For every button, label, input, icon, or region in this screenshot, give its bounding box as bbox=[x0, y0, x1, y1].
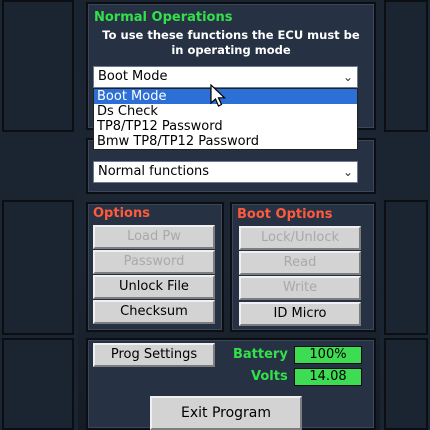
boot-mode-select-value: Boot Mode bbox=[98, 69, 168, 84]
unlock-file-button[interactable]: Unlock File bbox=[93, 275, 215, 299]
write-button[interactable]: Write bbox=[239, 276, 361, 300]
read-button[interactable]: Read bbox=[239, 251, 361, 275]
chevron-down-icon[interactable]: ⌄ bbox=[343, 162, 353, 182]
load-pw-button[interactable]: Load Pw bbox=[93, 225, 215, 249]
special-functions-select-value: Normal functions bbox=[98, 164, 210, 179]
id-micro-button[interactable]: ID Micro bbox=[239, 302, 361, 326]
volts-label: Volts bbox=[251, 369, 288, 384]
dropdown-option-bmw-tp8-tp12-password[interactable]: Bmw TP8/TP12 Password bbox=[94, 134, 357, 149]
lock-unlock-button[interactable]: Lock/Unlock bbox=[239, 226, 361, 250]
right-rail bbox=[380, 0, 430, 430]
battery-label: Battery bbox=[233, 347, 288, 362]
dropdown-option-tp8-tp12-password[interactable]: TP8/TP12 Password bbox=[94, 119, 357, 134]
options-title: Options bbox=[93, 206, 150, 221]
ecu-note-line2: in operating mode bbox=[171, 43, 291, 57]
normal-operations-title: Normal Operations bbox=[94, 10, 233, 25]
exit-program-button[interactable]: Exit Program bbox=[150, 396, 302, 430]
battery-value: 100% bbox=[294, 346, 362, 364]
ecu-note-line1: To use these functions the ECU must be bbox=[102, 28, 360, 42]
special-functions-select[interactable]: Normal functions ⌄ bbox=[93, 161, 358, 183]
checksum-button[interactable]: Checksum bbox=[93, 300, 215, 324]
chevron-down-icon[interactable]: ⌄ bbox=[343, 67, 353, 87]
volts-value: 14.08 bbox=[294, 368, 362, 386]
password-button[interactable]: Password bbox=[93, 250, 215, 274]
left-rail bbox=[0, 0, 78, 430]
boot-options-title: Boot Options bbox=[237, 207, 333, 222]
screen: Normal Operations To use these functions… bbox=[0, 0, 430, 430]
mouse-pointer-icon bbox=[210, 84, 227, 107]
prog-settings-button[interactable]: Prog Settings bbox=[93, 343, 215, 367]
